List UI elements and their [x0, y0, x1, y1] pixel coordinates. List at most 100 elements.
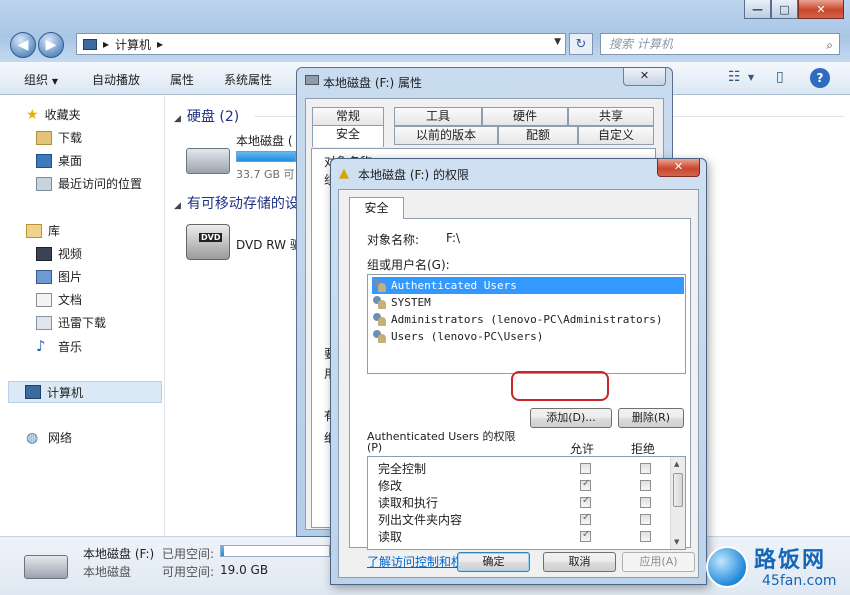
refresh-icon: ↻: [575, 36, 587, 52]
search-input[interactable]: 搜索 计算机 ⌕: [600, 33, 840, 55]
details-drive-name: 本地磁盘 (F:): [83, 547, 155, 561]
tab-sharing[interactable]: 共享: [568, 107, 654, 126]
tab-general[interactable]: 常规: [312, 107, 384, 126]
group-users-label: 组或用户名(G):: [367, 258, 450, 272]
tab-hardware[interactable]: 硬件: [482, 107, 568, 126]
tab-tools[interactable]: 工具: [394, 107, 482, 126]
deny-checkbox[interactable]: [640, 531, 651, 542]
refresh-button[interactable]: ↻: [569, 33, 593, 55]
address-dropdown-icon[interactable]: ▼: [554, 37, 561, 47]
deny-column-header: 拒绝: [631, 442, 656, 456]
allow-column-header: 允许: [570, 442, 595, 456]
sidebar-item-recent[interactable]: 最近访问的位置: [36, 175, 142, 192]
window-controls: — □ ✕: [744, 0, 844, 19]
sidebar-item-music[interactable]: ♪ 音乐: [36, 337, 82, 355]
user-users[interactable]: Users (lenovo-PC\Users): [372, 328, 684, 345]
deny-checkbox[interactable]: [640, 497, 651, 508]
disk-usage-bar: [236, 151, 296, 162]
tab-customize[interactable]: 自定义: [578, 126, 654, 145]
address-bar[interactable]: ▸ 计算机 ▸ ▼: [76, 33, 566, 55]
permissions-table: 完全控制 修改 读取和执行 列出文件夹内容: [367, 456, 686, 550]
sidebar-item-label: 视频: [58, 247, 83, 261]
used-space-fill: [221, 546, 225, 556]
allow-checkbox[interactable]: [580, 512, 591, 525]
sidebar-item-downloads[interactable]: 下载: [36, 129, 82, 146]
deny-checkbox[interactable]: [640, 463, 651, 474]
user-list[interactable]: Authenticated Users SYSTEM Administrator…: [367, 274, 686, 374]
preview-pane-icon[interactable]: ▯: [776, 69, 784, 85]
forward-button[interactable]: ▶: [38, 32, 64, 58]
scroll-up-icon[interactable]: ▲: [674, 460, 679, 468]
remove-button[interactable]: 删除(R): [618, 408, 684, 428]
sidebar-item-computer[interactable]: 计算机: [8, 381, 162, 403]
tab-security[interactable]: 安全: [312, 125, 384, 147]
sidebar-item-label: 最近访问的位置: [58, 177, 143, 191]
permission-name: 完全控制: [378, 462, 427, 476]
organize-button[interactable]: 组织 ▼: [24, 71, 58, 88]
local-disk-icon: [24, 555, 68, 579]
tab-previous-versions[interactable]: 以前的版本: [394, 126, 498, 145]
tab-quota[interactable]: 配额: [498, 126, 578, 145]
details-used-label: 已用空间:: [162, 547, 215, 561]
sidebar-item-label: 图片: [58, 270, 83, 284]
permissions-accesskey-label: (P): [367, 441, 383, 454]
sidebar-item-label: 计算机: [47, 385, 84, 400]
apply-button[interactable]: 应用(A): [622, 552, 695, 572]
collapse-arrow-icon[interactable]: ◢: [174, 114, 181, 124]
dvd-drive-label[interactable]: DVD RW 驱: [236, 236, 302, 253]
sidebar-item-thunder-downloads[interactable]: 迅雷下载: [36, 314, 106, 331]
cancel-button[interactable]: 取消: [543, 552, 616, 572]
close-button[interactable]: ✕: [798, 0, 844, 19]
group-removable[interactable]: ◢ 有可移动存储的设: [174, 193, 299, 213]
sidebar-item-pictures[interactable]: 图片: [36, 268, 82, 285]
permissions-close-button[interactable]: ✕: [657, 159, 700, 177]
group-hard-disks[interactable]: ◢ 硬盘 (2): [174, 106, 239, 126]
collapse-arrow-icon[interactable]: ◢: [174, 201, 181, 211]
sidebar-item-network[interactable]: ◍ 网络: [26, 429, 72, 446]
details-free-label: 可用空间:: [162, 565, 215, 579]
user-system[interactable]: SYSTEM: [372, 294, 684, 311]
system-properties-button[interactable]: 系统属性: [224, 71, 272, 88]
local-disk-label[interactable]: 本地磁盘 (: [236, 132, 293, 149]
user-authenticated-users[interactable]: Authenticated Users: [372, 277, 684, 294]
properties-close-button[interactable]: ✕: [623, 68, 666, 86]
permissions-scrollbar[interactable]: ▲ ▼: [670, 457, 685, 549]
computer-icon: [25, 385, 41, 399]
scrollbar-thumb[interactable]: [673, 473, 683, 507]
download-folder-icon: [36, 130, 52, 145]
allow-checkbox[interactable]: [580, 463, 591, 474]
sidebar-item-favorites[interactable]: ★ 收藏夹: [26, 106, 81, 123]
local-disk-size: 33.7 GB 可: [236, 168, 295, 181]
chevron-down-icon[interactable]: ▼: [748, 73, 754, 82]
allow-checkbox[interactable]: [580, 495, 591, 508]
help-icon[interactable]: ?: [810, 68, 830, 88]
sidebar-item-videos[interactable]: 视频: [36, 245, 82, 262]
network-icon: ◍: [26, 429, 39, 446]
sidebar-item-label: 文档: [58, 293, 83, 307]
back-button[interactable]: ◀: [10, 32, 36, 58]
sidebar-item-desktop[interactable]: 桌面: [36, 152, 82, 169]
maximize-button[interactable]: □: [771, 0, 798, 19]
permission-name: 读取: [378, 530, 403, 544]
allow-checkbox[interactable]: [580, 478, 591, 491]
sidebar-item-documents[interactable]: 文档: [36, 291, 82, 308]
minimize-button[interactable]: —: [744, 0, 771, 19]
scroll-down-icon[interactable]: ▼: [674, 538, 679, 546]
search-icon[interactable]: ⌕: [826, 35, 833, 55]
user-administrators[interactable]: Administrators (lenovo-PC\Administrators…: [372, 311, 684, 328]
forward-arrow-icon: ▶: [45, 37, 57, 53]
allow-checkbox[interactable]: [580, 529, 591, 542]
sidebar-item-label: 收藏夹: [44, 108, 81, 122]
view-options-icon[interactable]: ☷: [728, 69, 741, 85]
folder-icon: [36, 315, 52, 330]
add-button[interactable]: 添加(D)...: [530, 408, 612, 428]
sidebar-item-libraries[interactable]: 库: [26, 222, 60, 239]
deny-checkbox[interactable]: [640, 514, 651, 525]
ok-button[interactable]: 确定: [457, 552, 530, 572]
breadcrumb-computer[interactable]: 计算机: [115, 36, 151, 53]
tab-security[interactable]: 安全: [349, 197, 404, 219]
properties-button[interactable]: 属性: [170, 71, 194, 88]
autoplay-button[interactable]: 自动播放: [92, 71, 140, 88]
deny-checkbox[interactable]: [640, 480, 651, 491]
permission-row: 列出文件夹内容: [378, 511, 668, 528]
